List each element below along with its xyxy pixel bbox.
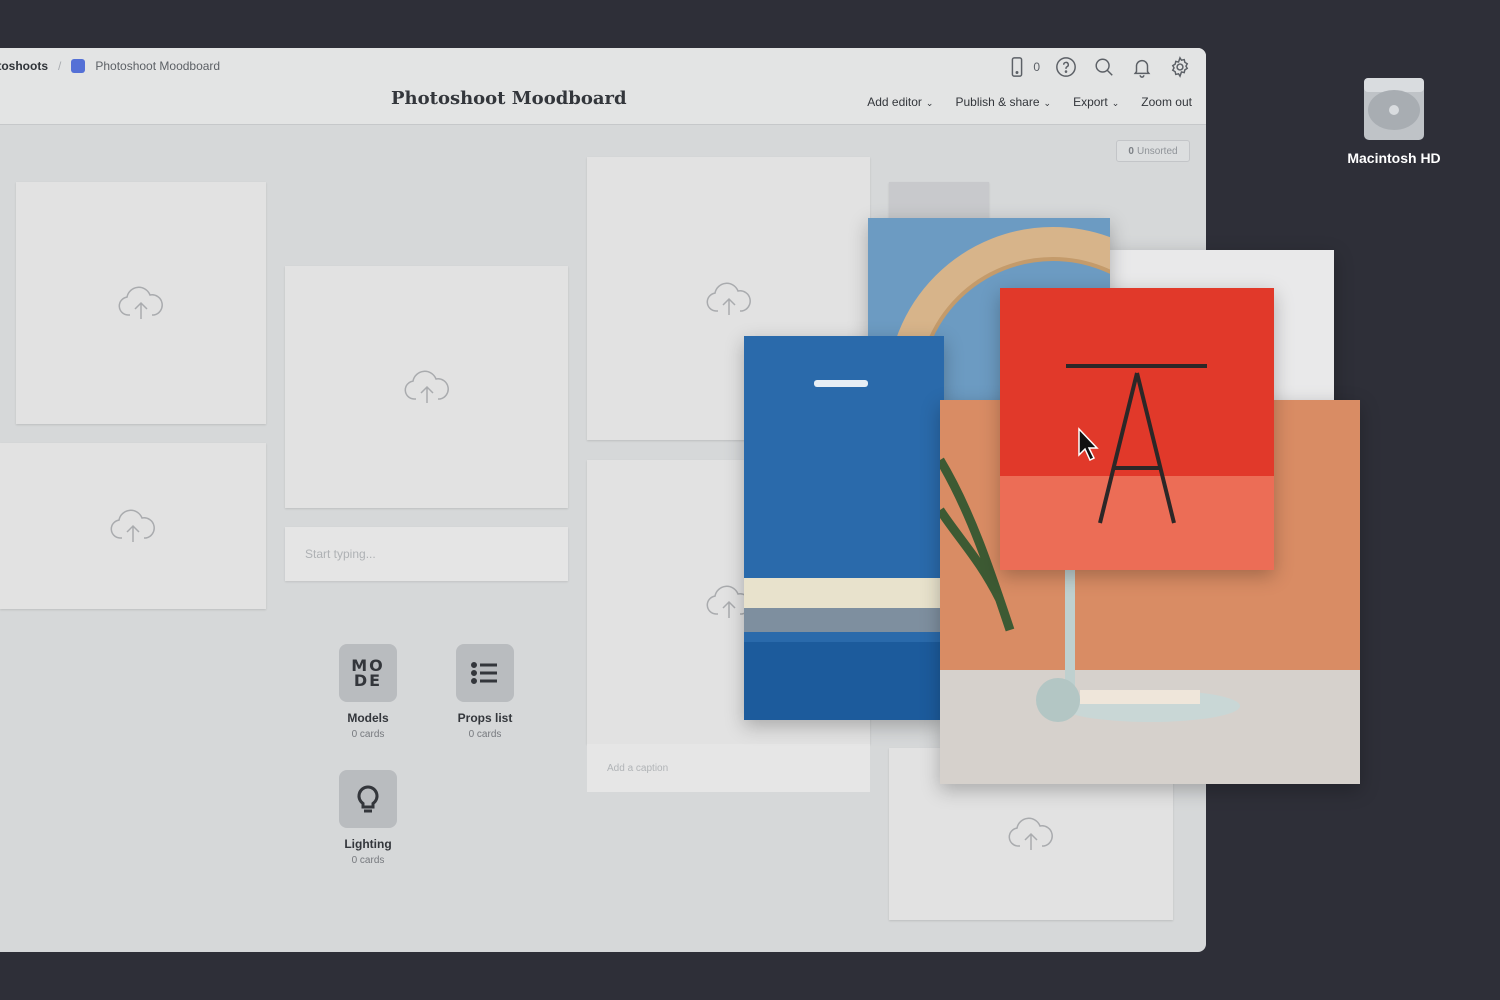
tile-label: Lighting <box>344 837 392 851</box>
chevron-down-icon: ⌄ <box>1111 97 1120 108</box>
phone-count: 0 <box>1033 60 1040 74</box>
cloud-upload-icon <box>1008 817 1053 850</box>
tile-label: Props list <box>457 711 513 725</box>
cloud-upload-icon <box>110 509 155 542</box>
desktop-drive[interactable]: Macintosh HD <box>1334 72 1454 166</box>
list-icon <box>456 644 514 702</box>
app-header: otoshoots / Photoshoot Moodboard Photosh… <box>0 48 1206 125</box>
mode-text: MO DE <box>351 656 385 690</box>
hard-drive-icon <box>1364 78 1424 140</box>
zoom-out-label: Zoom out <box>1141 95 1192 109</box>
unsorted-label: Unsorted <box>1136 145 1178 157</box>
note-input[interactable]: Start typing... <box>285 527 568 581</box>
cloud-upload-icon <box>706 282 751 315</box>
phone-icon[interactable] <box>1005 55 1029 79</box>
cloud-upload-icon <box>118 286 163 319</box>
lightbulb-icon <box>339 770 397 828</box>
chevron-down-icon: ⌄ <box>1043 97 1052 108</box>
publish-share-label: Publish & share <box>955 95 1040 109</box>
cloud-upload-icon <box>404 370 449 403</box>
header-menu: Add editor ⌄ Publish & share ⌄ Export ⌄ Zoo… <box>867 95 1192 109</box>
breadcrumb-current[interactable]: Photoshoot Moodboard <box>95 59 220 73</box>
board-tile-models[interactable]: MO DE Models 0 cards <box>318 644 418 740</box>
tile-count: 0 cards <box>351 729 385 740</box>
upload-card[interactable] <box>0 443 266 609</box>
board-tile-props-list[interactable]: Props list 0 cards <box>435 644 535 740</box>
photo-red-stool[interactable] <box>1000 288 1274 570</box>
page-title: Photoshoot Moodboard <box>391 88 627 109</box>
breadcrumb: otoshoots / Photoshoot Moodboard <box>0 59 220 73</box>
search-icon[interactable] <box>1092 55 1116 79</box>
chevron-down-icon: ⌄ <box>925 97 934 108</box>
export-label: Export <box>1073 95 1108 109</box>
add-editor-label: Add editor <box>867 95 922 109</box>
tile-label: Models <box>347 711 389 725</box>
tile-count: 0 cards <box>351 855 385 866</box>
publish-share-menu[interactable]: Publish & share ⌄ <box>955 95 1051 109</box>
board-tile-lighting[interactable]: Lighting 0 cards <box>318 770 418 866</box>
header-icons: 0 <box>1005 55 1192 79</box>
mouse-cursor-icon <box>1077 427 1101 468</box>
upload-card[interactable] <box>16 182 266 424</box>
mode-text-icon: MO DE <box>339 644 397 702</box>
help-icon[interactable] <box>1054 55 1078 79</box>
breadcrumb-root[interactable]: otoshoots <box>0 59 48 73</box>
unsorted-count: 0 <box>1128 145 1134 157</box>
gear-icon[interactable] <box>1168 55 1192 79</box>
zoom-out-button[interactable]: Zoom out <box>1141 95 1192 109</box>
bell-icon[interactable] <box>1130 55 1154 79</box>
upload-card[interactable] <box>285 266 568 508</box>
add-editor-menu[interactable]: Add editor ⌄ <box>867 95 933 109</box>
breadcrumb-separator: / <box>58 59 62 73</box>
board-color-icon <box>71 59 86 73</box>
unsorted-badge[interactable]: 0 Unsorted <box>1116 140 1190 162</box>
export-menu[interactable]: Export ⌄ <box>1073 95 1119 109</box>
caption-field[interactable]: Add a caption <box>587 744 870 792</box>
tile-count: 0 cards <box>468 729 502 740</box>
photo-blue-shelf[interactable] <box>744 336 944 720</box>
desktop-label: Macintosh HD <box>1347 150 1441 166</box>
